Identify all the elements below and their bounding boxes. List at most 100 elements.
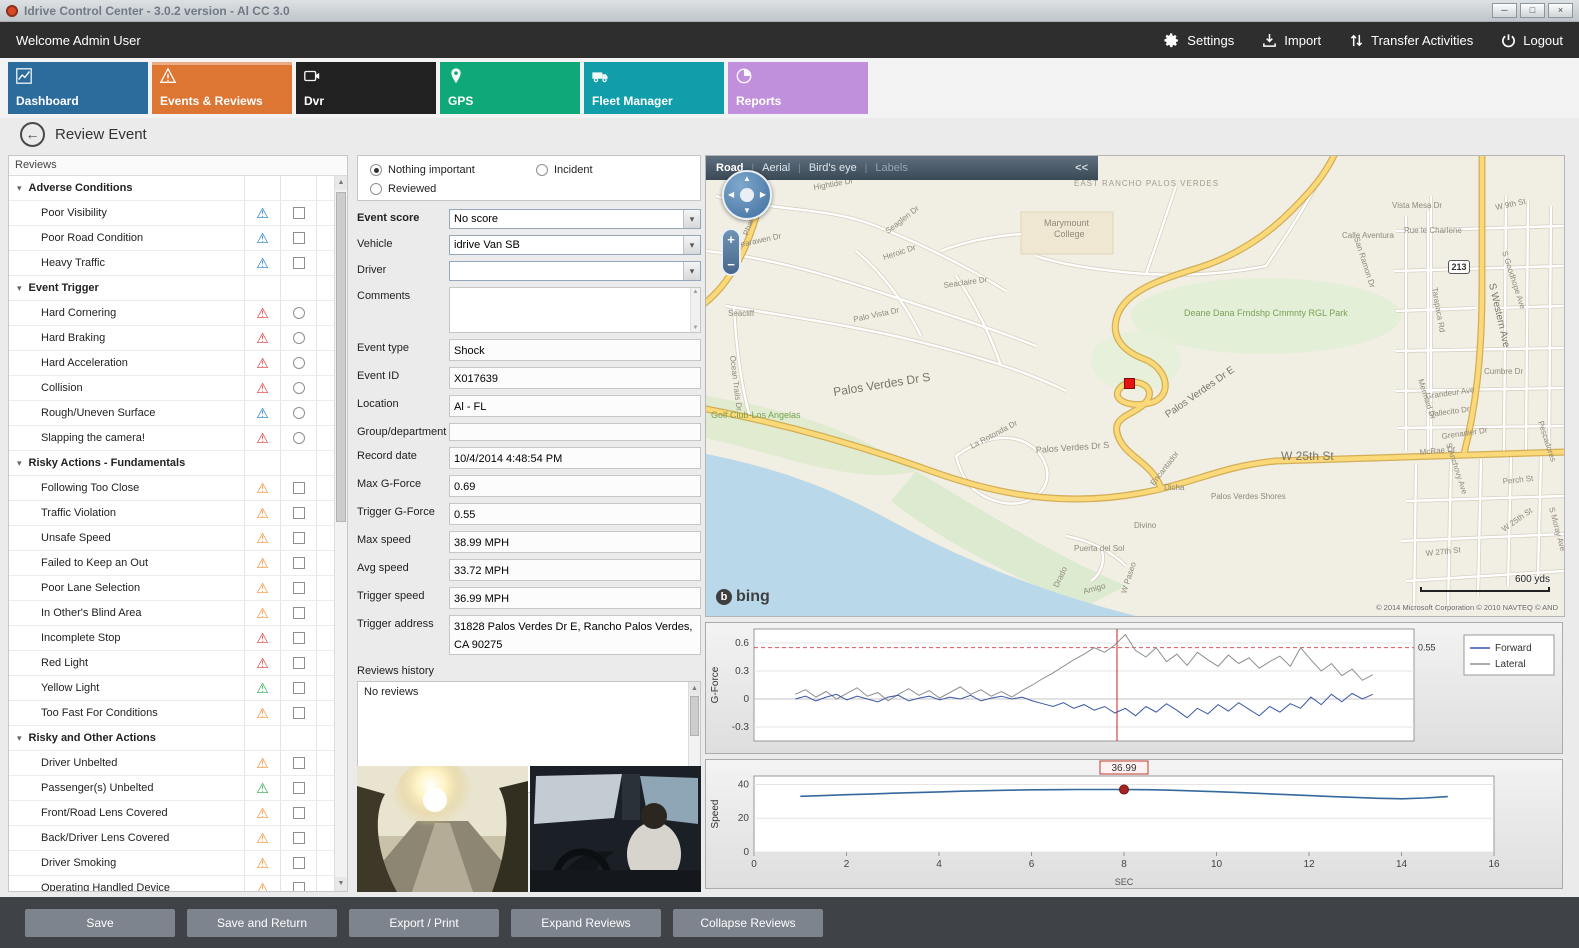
map-container[interactable]: EAST RANCHO PALOS VERDESMarymountCollege… <box>705 155 1565 617</box>
tab-dashboard[interactable]: Dashboard <box>8 62 148 114</box>
item-radio[interactable] <box>293 407 305 419</box>
radio-icon[interactable] <box>370 164 382 176</box>
tree-item-slapping-the-camera[interactable]: Slapping the camera!⚠ <box>9 426 334 451</box>
item-checkbox[interactable] <box>293 832 305 844</box>
export-print-button[interactable]: Export / Print <box>349 909 499 937</box>
tree-item-poor-road-condition[interactable]: Poor Road Condition⚠ <box>9 226 334 251</box>
max-speed-field[interactable]: 38.99 MPH <box>449 531 701 553</box>
collapse-chevron-icon[interactable]: ▾ <box>17 176 22 200</box>
compass-center[interactable] <box>740 188 754 202</box>
cabin-camera-video[interactable] <box>530 766 701 892</box>
item-checkbox[interactable] <box>293 582 305 594</box>
scroll-thumb[interactable] <box>690 696 699 736</box>
item-checkbox[interactable] <box>293 682 305 694</box>
tree-item-red-light[interactable]: Red Light⚠ <box>9 651 334 676</box>
event-id-field[interactable]: X017639 <box>449 367 701 389</box>
radio-icon[interactable] <box>536 164 548 176</box>
tree-item-in-other-s-blind-area[interactable]: In Other's Blind Area⚠ <box>9 601 334 626</box>
item-checkbox[interactable] <box>293 657 305 669</box>
item-checkbox[interactable] <box>293 207 305 219</box>
tab-fleet[interactable]: Fleet Manager <box>584 62 724 114</box>
minimize-button[interactable]: ─ <box>1492 3 1517 18</box>
close-button[interactable]: × <box>1548 3 1573 18</box>
tree-item-hard-acceleration[interactable]: Hard Acceleration⚠ <box>9 351 334 376</box>
map-view-labels[interactable]: Labels <box>875 162 907 174</box>
pan-right-icon[interactable]: ▶ <box>760 191 766 199</box>
tab-gps[interactable]: GPS <box>440 62 580 114</box>
collapse-chevron-icon[interactable]: ▾ <box>17 726 22 750</box>
tree-item-driver-smoking[interactable]: Driver Smoking⚠ <box>9 851 334 876</box>
tree-item-poor-lane-selection[interactable]: Poor Lane Selection⚠ <box>9 576 334 601</box>
radio-icon[interactable] <box>370 183 382 195</box>
tree-item-front-road-lens-covered[interactable]: Front/Road Lens Covered⚠ <box>9 801 334 826</box>
tree-item-collision[interactable]: Collision⚠ <box>9 376 334 401</box>
item-radio[interactable] <box>293 357 305 369</box>
scroll-up-icon[interactable]: ▲ <box>689 682 700 696</box>
trigger-address-field[interactable]: 31828 Palos Verdes Dr E, Rancho Palos Ve… <box>449 615 701 655</box>
item-radio[interactable] <box>293 382 305 394</box>
scroll-thumb[interactable] <box>336 192 346 522</box>
map-collapse-button[interactable]: << <box>1075 162 1088 174</box>
item-checkbox[interactable] <box>293 557 305 569</box>
map-view-bird-s-eye[interactable]: Bird's eye <box>809 162 857 174</box>
pan-up-icon[interactable]: ▲ <box>743 175 751 183</box>
comments-textarea[interactable]: ▲▼ <box>449 287 701 333</box>
trigger-speed-field[interactable]: 36.99 MPH <box>449 587 701 609</box>
collapse-chevron-icon[interactable]: ▾ <box>17 276 22 300</box>
item-checkbox[interactable] <box>293 857 305 869</box>
trigger-g-force-field[interactable]: 0.55 <box>449 503 701 525</box>
transfer-button[interactable]: Transfer Activities <box>1349 33 1473 48</box>
item-checkbox[interactable] <box>293 757 305 769</box>
textarea-scrollbar[interactable]: ▲▼ <box>690 288 700 332</box>
tree-item-failed-to-keep-an-out[interactable]: Failed to Keep an Out⚠ <box>9 551 334 576</box>
tree-group-risky-and-other-actions[interactable]: ▾Risky and Other Actions <box>9 726 334 751</box>
max-g-force-field[interactable]: 0.69 <box>449 475 701 497</box>
tree-group-event-trigger[interactable]: ▾Event Trigger <box>9 276 334 301</box>
tree-item-back-driver-lens-covered[interactable]: Back/Driver Lens Covered⚠ <box>9 826 334 851</box>
item-checkbox[interactable] <box>293 507 305 519</box>
zoom-in-button[interactable]: + <box>727 233 735 246</box>
status-option-nothing-important[interactable]: Nothing important <box>370 164 475 176</box>
item-checkbox[interactable] <box>293 232 305 244</box>
item-checkbox[interactable] <box>293 632 305 644</box>
expand-reviews-button[interactable]: Expand Reviews <box>511 909 661 937</box>
maximize-button[interactable]: □ <box>1520 3 1545 18</box>
pan-left-icon[interactable]: ◀ <box>728 191 734 199</box>
scroll-up-icon[interactable]: ▲ <box>335 176 347 190</box>
tree-item-passenger-s-unbelted[interactable]: Passenger(s) Unbelted⚠ <box>9 776 334 801</box>
map-canvas[interactable]: EAST RANCHO PALOS VERDESMarymountCollege… <box>706 156 1564 616</box>
back-button[interactable]: ← <box>20 122 45 147</box>
import-button[interactable]: Import <box>1262 33 1321 48</box>
item-checkbox[interactable] <box>293 257 305 269</box>
tree-item-yellow-light[interactable]: Yellow Light⚠ <box>9 676 334 701</box>
vehicle-select[interactable]: idrive Van SB▾ <box>449 235 701 255</box>
map-view-aerial[interactable]: Aerial <box>762 162 790 174</box>
tree-group-adverse-conditions[interactable]: ▾Adverse Conditions <box>9 176 334 201</box>
front-road-camera-video[interactable] <box>357 766 528 892</box>
tree-item-driver-unbelted[interactable]: Driver Unbelted⚠ <box>9 751 334 776</box>
tree-item-too-fast-for-conditions[interactable]: Too Fast For Conditions⚠ <box>9 701 334 726</box>
tree-item-rough-uneven-surface[interactable]: Rough/Uneven Surface⚠ <box>9 401 334 426</box>
location-field[interactable]: Al - FL <box>449 395 701 417</box>
item-radio[interactable] <box>293 307 305 319</box>
driver-select[interactable]: ▾ <box>449 261 701 281</box>
item-checkbox[interactable] <box>293 707 305 719</box>
tree-item-heavy-traffic[interactable]: Heavy Traffic⚠ <box>9 251 334 276</box>
item-checkbox[interactable] <box>293 782 305 794</box>
scroll-down-icon[interactable]: ▼ <box>335 877 347 891</box>
group-department-field[interactable] <box>449 423 701 441</box>
item-checkbox[interactable] <box>293 532 305 544</box>
tree-item-following-too-close[interactable]: Following Too Close⚠ <box>9 476 334 501</box>
tab-events[interactable]: Events & Reviews <box>152 62 292 114</box>
record-date-field[interactable]: 10/4/2014 4:48:54 PM <box>449 447 701 469</box>
item-checkbox[interactable] <box>293 807 305 819</box>
item-checkbox[interactable] <box>293 882 305 891</box>
logout-button[interactable]: Logout <box>1501 33 1563 48</box>
item-checkbox[interactable] <box>293 607 305 619</box>
event-type-field[interactable]: Shock <box>449 339 701 361</box>
item-radio[interactable] <box>293 332 305 344</box>
zoom-out-button[interactable]: − <box>727 258 735 271</box>
tab-reports[interactable]: Reports <box>728 62 868 114</box>
collapse-reviews-button[interactable]: Collapse Reviews <box>673 909 823 937</box>
tree-item-operating-handled-device[interactable]: Operating Handled Device⚠ <box>9 876 334 891</box>
